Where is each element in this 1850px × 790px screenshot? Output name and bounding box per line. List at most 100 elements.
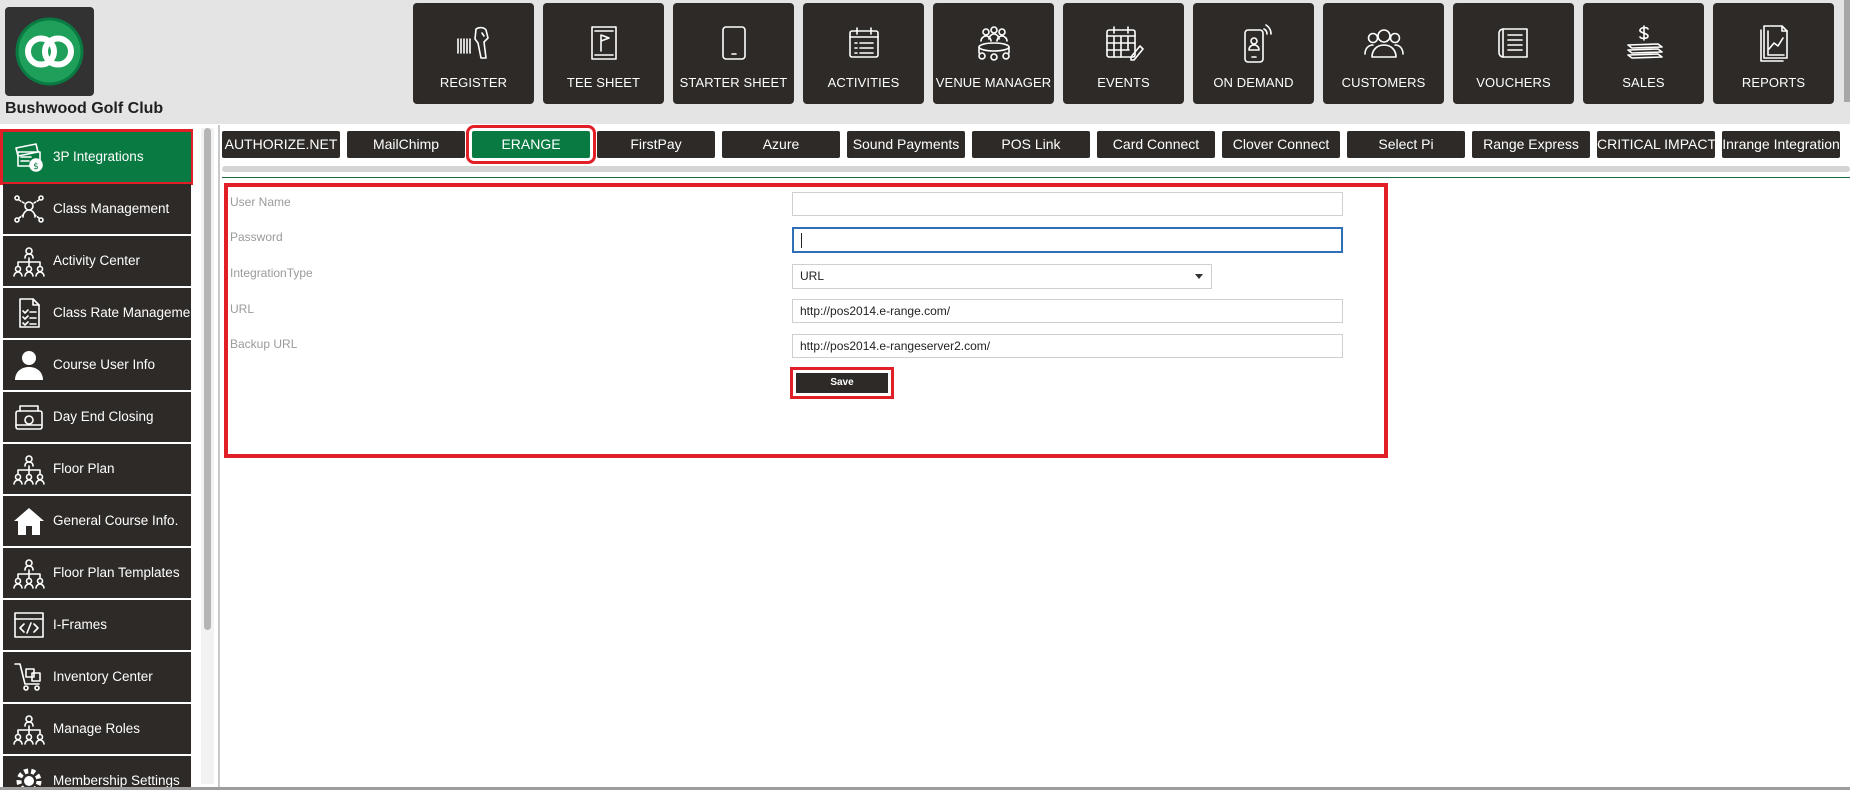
nav-button-tee-sheet[interactable]: TEE SHEET [543,3,664,104]
nav-button-label: SALES [1622,75,1665,90]
tab-azure[interactable]: Azure [722,131,840,158]
tab-pos-link[interactable]: POS Link [972,131,1090,158]
sidebar-item-inventory-center[interactable]: Inventory Center [3,652,191,702]
sidebar-item-floor-plan[interactable]: Floor Plan [3,444,191,494]
sidebar-item-label: Class Management [53,201,170,216]
barcode-scanner-icon [413,23,534,65]
nav-button-label: ON DEMAND [1213,75,1294,90]
sidebar-item-general-course-info[interactable]: General Course Info. [3,496,191,546]
logo-rings-icon [15,17,84,86]
nav-button-label: EVENTS [1097,75,1150,90]
nav-button-activities[interactable]: ACTIVITIES [803,3,924,104]
nav-button-label: REPORTS [1741,75,1806,90]
nav-button-label: VOUCHERS [1476,75,1551,90]
money-stack-icon [1583,23,1704,65]
nav-button-starter-sheet[interactable]: STARTER SHEET [673,3,794,104]
sidebar-item-label: Floor Plan Templates [53,565,180,580]
sidebar-scrollbar-thumb[interactable] [204,128,211,630]
username-label: User Name [230,195,291,209]
sidebar-item-class-rate-management[interactable]: Class Rate Management [3,288,193,338]
backup-url-input[interactable] [792,334,1343,358]
username-input[interactable] [792,192,1343,216]
settings-sidebar: $ 3P Integrations Class Management Activ… [0,128,193,790]
sidebar-item-label: Inventory Center [53,669,153,684]
sidebar-item-label: Floor Plan [53,461,115,476]
voucher-icon [1453,23,1574,65]
register-close-icon [12,401,46,433]
nav-button-on-demand[interactable]: ON DEMAND [1193,3,1314,104]
tab-select-pi[interactable]: Select Pi [1347,131,1465,158]
url-label: URL [230,302,255,316]
password-label: Password [230,230,283,244]
save-button[interactable]: Save [796,373,888,393]
nav-button-events[interactable]: EVENTS [1063,3,1184,104]
meeting-table-icon [933,23,1054,65]
tab-mailchimp[interactable]: MailChimp [347,131,465,158]
nav-button-label: CUSTOMERS [1341,75,1426,90]
sidebar-item-label: General Course Info. [53,513,179,528]
nav-button-vouchers[interactable]: VOUCHERS [1453,3,1574,104]
calendar-edit-icon [1063,23,1184,65]
sidebar-item-label: Activity Center [53,253,141,268]
nav-button-sales[interactable]: SALES [1583,3,1704,104]
sidebar-item-3p-integrations[interactable]: $ 3P Integrations [0,129,193,185]
nav-button-register[interactable]: REGISTER [413,3,534,104]
tabs-scrollbar[interactable] [222,166,1850,172]
nav-button-label: VENUE MANAGER [935,75,1052,90]
class-network-icon [12,193,46,225]
org-chart-icon [12,245,46,277]
tab-erange[interactable]: ERANGE [466,125,596,164]
integration-tabs: AUTHORIZE.NET MailChimp ERANGE FirstPay Azur… [222,125,1850,164]
tab-authorize-net[interactable]: AUTHORIZE.NET [222,131,340,158]
tab-sound-payments[interactable]: Sound Payments [847,131,965,158]
calendar-list-icon [803,23,924,65]
nav-button-reports[interactable]: REPORTS [1713,3,1834,104]
page-scrollbar[interactable] [1844,0,1850,102]
org-chart-icon [12,453,46,485]
sidebar-item-label: Manage Roles [53,721,141,736]
tab-clover-connect[interactable]: Clover Connect [1222,131,1340,158]
inventory-cart-icon [12,661,46,693]
save-button-highlight: Save [790,367,894,399]
sidebar-item-floor-plan-templates[interactable]: Floor Plan Templates [3,548,191,598]
mobile-user-icon [1193,23,1314,65]
nav-button-label: TEE SHEET [566,75,641,90]
sidebar-item-label: Course User Info [53,357,156,372]
home-icon [12,505,46,537]
tab-firstpay[interactable]: FirstPay [597,131,715,158]
integration-type-select[interactable]: URL [792,264,1212,289]
sidebar-item-manage-roles[interactable]: Manage Roles [3,704,191,754]
svg-text:$: $ [33,162,39,172]
sidebar-item-course-user-info[interactable]: Course User Info [3,340,191,390]
sidebar-item-membership-settings[interactable]: Membership Settings [3,756,191,790]
password-input[interactable] [792,227,1343,253]
sidebar-item-i-frames[interactable]: I-Frames [3,600,191,650]
org-chart-icon [12,557,46,589]
url-input[interactable] [792,299,1343,323]
sidebar-item-label: 3P Integrations [53,149,144,164]
content-divider [218,125,220,790]
nav-button-customers[interactable]: CUSTOMERS [1323,3,1444,104]
tab-critical-impact[interactable]: CRITICAL IMPACT [1597,131,1715,158]
checklist-doc-icon [12,297,46,329]
sidebar-item-label: Day End Closing [53,409,154,424]
sidebar-item-class-management[interactable]: Class Management [3,184,191,234]
club-logo[interactable] [5,7,94,96]
integration-icon: $ [12,141,46,173]
club-name: Bushwood Golf Club [5,100,164,117]
text-caret [801,233,802,248]
org-chart-icon [12,713,46,745]
nav-button-venue-manager[interactable]: VENUE MANAGER [933,3,1054,104]
tablet-icon [673,23,794,65]
integration-type-label: IntegrationType [230,266,313,280]
tab-inrange-integration[interactable]: Inrange Integration [1722,131,1840,158]
sidebar-item-activity-center[interactable]: Activity Center [3,236,191,286]
sidebar-item-label: Class Rate Management [53,305,193,320]
nav-button-label: REGISTER [439,75,508,90]
tab-card-connect[interactable]: Card Connect [1097,131,1215,158]
tab-range-express[interactable]: Range Express [1472,131,1590,158]
sidebar-item-day-end-closing[interactable]: Day End Closing [3,392,191,442]
main-navigation: REGISTER TEE SHEET STARTER SHEET ACTIVIT… [413,3,1850,104]
sidebar-item-label: I-Frames [53,617,107,632]
backup-url-label: Backup URL [230,337,298,351]
